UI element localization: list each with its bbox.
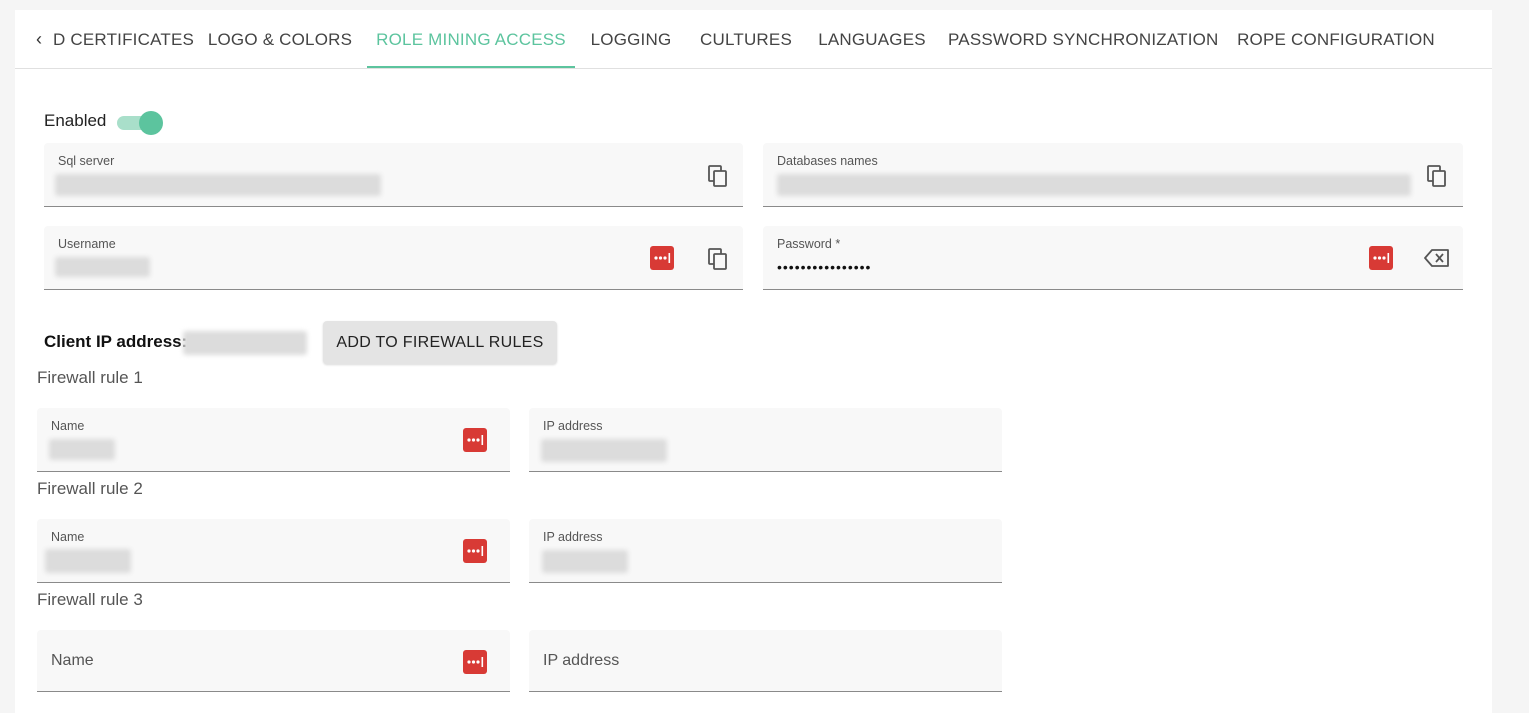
sql-server-value-redacted xyxy=(55,174,381,196)
toggle-knob xyxy=(139,111,163,135)
firewall-rule-3-title: Firewall rule 3 xyxy=(37,590,143,609)
client-ip-value-redacted xyxy=(183,331,307,355)
username-label: Username xyxy=(58,237,116,251)
add-to-firewall-rules-button[interactable]: ADD TO FIREWALL RULES xyxy=(323,321,557,364)
firewall-rule-1-ip-field[interactable]: IP address xyxy=(529,408,1002,472)
firewall-rule-2-ip-field[interactable]: IP address xyxy=(529,519,1002,583)
tab-certificates[interactable]: D CERTIFICATES xyxy=(53,10,194,68)
tab-password-synchronization[interactable]: PASSWORD SYNCHRONIZATION xyxy=(948,10,1218,68)
firewall-rule-2-ip-label: IP address xyxy=(543,530,603,544)
copy-icon[interactable] xyxy=(707,164,729,188)
client-ip-label: Client IP address: xyxy=(44,332,188,351)
password-label: Password * xyxy=(777,237,841,251)
tab-cultures[interactable]: CULTURES xyxy=(695,10,797,68)
firewall-rule-2-name-field[interactable]: Name xyxy=(37,519,510,583)
firewall-rule-2-title: Firewall rule 2 xyxy=(37,479,143,498)
chevron-left-icon[interactable]: ‹ xyxy=(29,28,49,50)
firewall-rule-1-name-field[interactable]: Name xyxy=(37,408,510,472)
firewall-rule-1-ip-label: IP address xyxy=(543,419,603,433)
tab-rope-configuration[interactable]: ROPE CONFIGURATION xyxy=(1236,10,1436,68)
copy-icon[interactable] xyxy=(707,247,729,271)
password-manager-icon[interactable] xyxy=(463,539,487,563)
sql-server-field[interactable]: Sql server xyxy=(44,143,743,207)
enabled-toggle[interactable] xyxy=(117,111,163,135)
databases-names-value-redacted xyxy=(777,174,1411,196)
tab-logo-colors[interactable]: LOGO & COLORS xyxy=(205,10,355,68)
firewall-rule-3-name-placeholder: Name xyxy=(51,652,94,669)
enabled-label: Enabled xyxy=(44,111,107,130)
password-manager-icon[interactable] xyxy=(650,246,674,270)
username-field[interactable]: Username xyxy=(44,226,743,290)
firewall-rule-2-name-label: Name xyxy=(51,530,85,544)
password-manager-icon[interactable] xyxy=(1369,246,1393,270)
tab-logging[interactable]: LOGGING xyxy=(583,10,679,68)
copy-icon[interactable] xyxy=(1426,164,1448,188)
firewall-rule-3-ip-field[interactable]: IP address xyxy=(529,630,1002,692)
password-manager-icon[interactable] xyxy=(463,650,487,674)
sql-server-label: Sql server xyxy=(58,154,115,168)
username-value-redacted xyxy=(55,257,150,277)
password-manager-icon[interactable] xyxy=(463,428,487,452)
firewall-rule-1-name-label: Name xyxy=(51,419,85,433)
firewall-rule-1-name-redacted xyxy=(49,439,115,460)
tab-role-mining-access[interactable]: ROLE MINING ACCESS xyxy=(367,10,575,68)
settings-card: ‹ D CERTIFICATES LOGO & COLORS ROLE MINI… xyxy=(15,10,1492,713)
databases-names-label: Databases names xyxy=(777,154,878,168)
firewall-rule-3-ip-placeholder: IP address xyxy=(543,652,620,669)
tab-bar: ‹ D CERTIFICATES LOGO & COLORS ROLE MINI… xyxy=(15,10,1492,69)
firewall-rule-3-name-field[interactable]: Name xyxy=(37,630,510,692)
firewall-rule-2-name-redacted xyxy=(45,549,131,573)
firewall-rule-2-ip-redacted xyxy=(542,550,628,573)
tab-languages[interactable]: LANGUAGES xyxy=(813,10,931,68)
firewall-rule-1-title: Firewall rule 1 xyxy=(37,368,143,387)
firewall-rule-1-ip-redacted xyxy=(541,439,667,462)
backspace-clear-icon[interactable] xyxy=(1424,249,1450,267)
databases-names-field[interactable]: Databases names xyxy=(763,143,1463,207)
password-value: •••••••••••••••• xyxy=(777,259,872,275)
password-field[interactable]: Password * •••••••••••••••• xyxy=(763,226,1463,290)
